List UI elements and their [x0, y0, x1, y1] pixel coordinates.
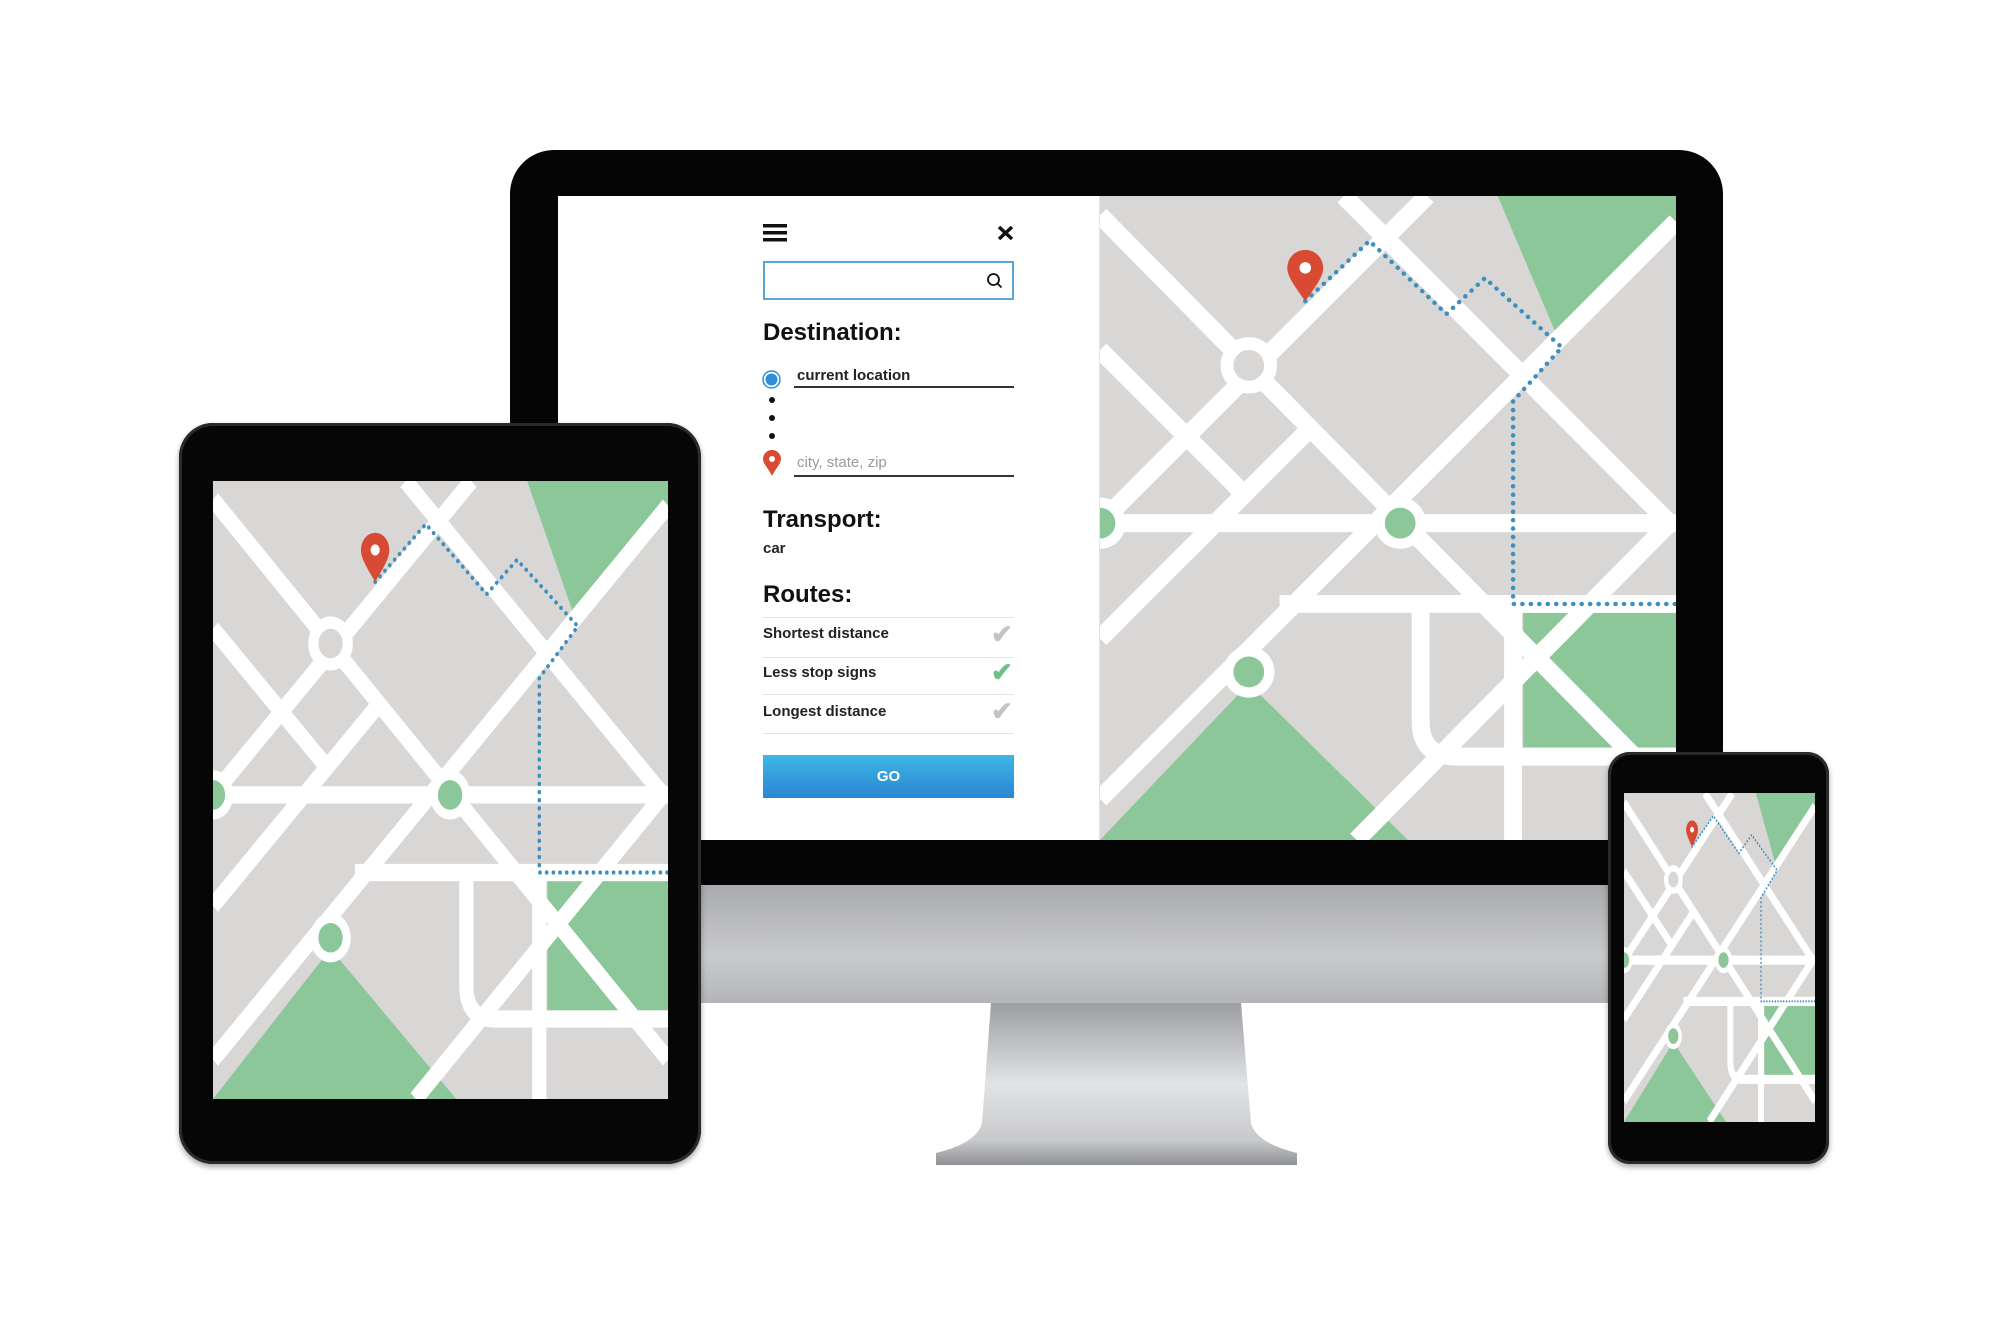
route-option-label[interactable]: Less stop signs	[763, 664, 876, 681]
radio-dot-icon	[762, 370, 781, 389]
phone-device	[1608, 752, 1829, 1164]
close-icon[interactable]	[997, 225, 1014, 241]
map-view[interactable]	[1100, 196, 1676, 840]
destination-heading: Destination:	[763, 319, 902, 346]
hamburger-icon[interactable]	[763, 224, 787, 242]
search-box[interactable]	[763, 261, 1014, 300]
divider	[763, 733, 1014, 734]
search-icon[interactable]	[986, 272, 1003, 289]
divider	[763, 617, 1014, 618]
checkmark-icon[interactable]: ✔	[991, 619, 1013, 650]
go-button[interactable]: GO	[763, 755, 1014, 798]
map-canvas[interactable]	[1100, 196, 1676, 840]
destination-field[interactable]: city, state, zip	[797, 454, 887, 471]
monitor-screen: Destination: current location city, stat…	[558, 196, 1676, 840]
map-canvas[interactable]	[1624, 793, 1815, 1122]
routes-heading: Routes:	[763, 581, 853, 608]
transport-heading: Transport:	[763, 506, 882, 533]
route-dot-icon	[769, 397, 775, 403]
phone-map-view[interactable]	[1624, 793, 1815, 1122]
route-dot-icon	[769, 415, 775, 421]
checkmark-icon[interactable]: ✔	[991, 657, 1013, 688]
route-dot-icon	[769, 433, 775, 439]
origin-underline	[794, 386, 1014, 388]
divider	[763, 694, 1014, 695]
transport-value[interactable]: car	[763, 540, 786, 557]
map-pin-icon	[763, 450, 781, 476]
map-canvas[interactable]	[213, 481, 668, 1099]
checkmark-icon[interactable]: ✔	[991, 696, 1013, 727]
tablet-device	[179, 423, 701, 1164]
search-input[interactable]	[765, 263, 975, 298]
route-option-label[interactable]: Shortest distance	[763, 625, 889, 642]
route-option-label[interactable]: Longest distance	[763, 703, 886, 720]
divider	[763, 657, 1014, 658]
destination-underline	[794, 475, 1014, 477]
tablet-map-view[interactable]	[213, 481, 668, 1099]
origin-field[interactable]: current location	[797, 367, 910, 384]
monitor-stand	[936, 1003, 1297, 1165]
